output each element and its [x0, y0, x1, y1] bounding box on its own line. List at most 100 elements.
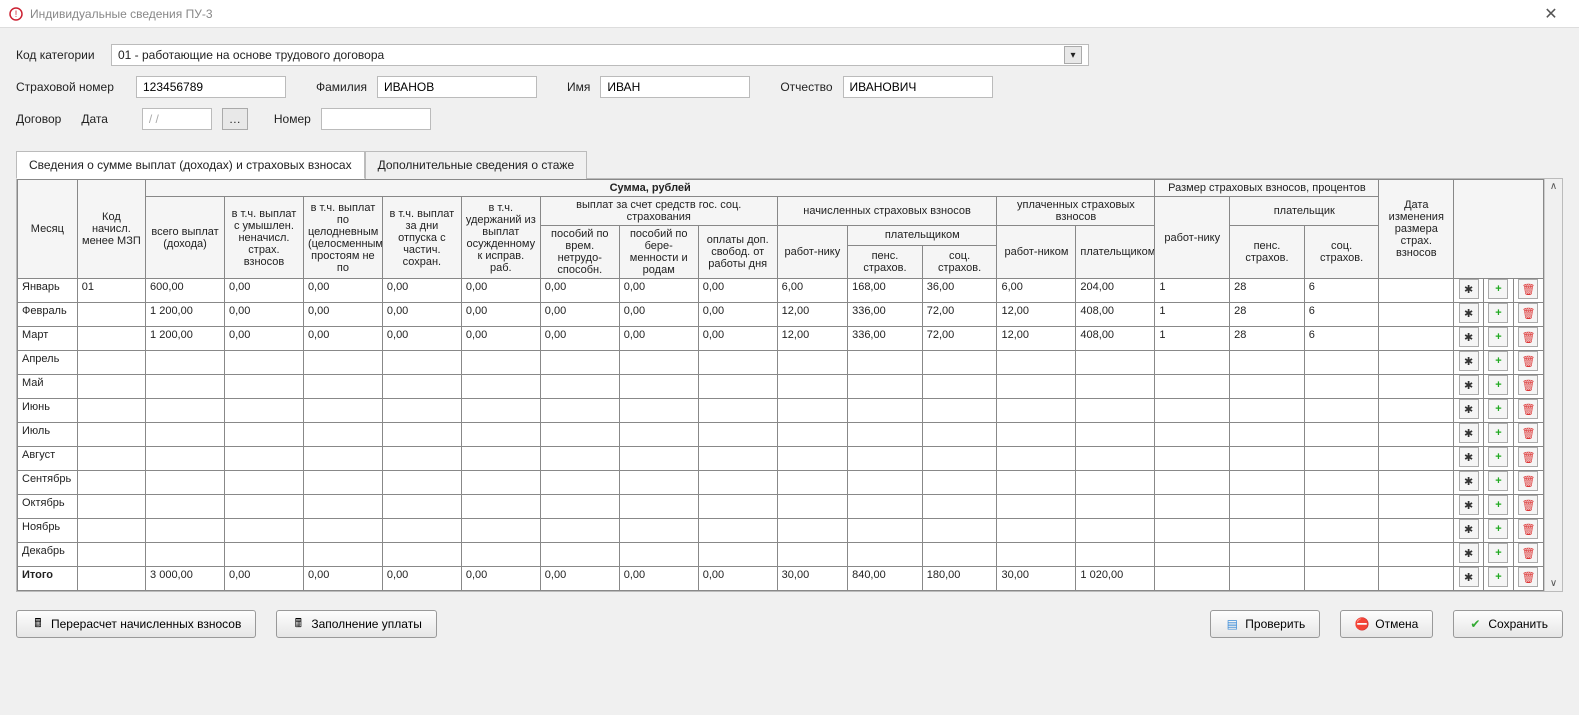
check-button[interactable]: ▤ Проверить [1210, 610, 1320, 638]
cell-paid_payer[interactable] [1076, 519, 1155, 543]
gear-icon[interactable]: ✱ [1459, 495, 1479, 515]
table-row[interactable]: Октябрь✱+🗑 [18, 495, 1544, 519]
cell-total[interactable] [146, 495, 225, 519]
tab-payments[interactable]: Сведения о сумме выплат (доходах) и стра… [16, 151, 365, 179]
cell-rate_pens[interactable] [1230, 567, 1305, 591]
fill-button[interactable]: 🖩 Заполнение уплаты [276, 610, 437, 638]
cell-sick[interactable]: 0,00 [540, 567, 619, 591]
cell-sick[interactable] [540, 375, 619, 399]
trash-icon[interactable]: 🗑 [1518, 279, 1538, 299]
cell-unacc[interactable]: 0,00 [224, 303, 303, 327]
cell-date_ch[interactable] [1379, 423, 1454, 447]
cell-maternity[interactable] [619, 495, 698, 519]
cell-deducted[interactable] [461, 399, 540, 423]
cell-rate_soc[interactable] [1304, 471, 1379, 495]
cell-paid_payer[interactable] [1076, 399, 1155, 423]
cell-unacc[interactable] [224, 495, 303, 519]
cell-acc_worker[interactable] [777, 351, 847, 375]
gear-icon[interactable]: ✱ [1459, 519, 1479, 539]
cell-rate_soc[interactable] [1304, 567, 1379, 591]
cell-maternity[interactable] [619, 447, 698, 471]
table-row[interactable]: Декабрь✱+🗑 [18, 543, 1544, 567]
cell-paid_payer[interactable] [1076, 375, 1155, 399]
cell-acc_soc[interactable] [922, 543, 997, 567]
cell-date_ch[interactable] [1379, 327, 1454, 351]
cell-month[interactable]: Октябрь [18, 495, 78, 519]
table-row[interactable]: Август✱+🗑 [18, 447, 1544, 471]
cell-downtime[interactable] [303, 399, 382, 423]
cell-paid_worker[interactable] [997, 495, 1076, 519]
cell-rate_soc[interactable] [1304, 495, 1379, 519]
cell-acc_soc[interactable]: 36,00 [922, 279, 997, 303]
cell-vacation[interactable]: 0,00 [382, 567, 461, 591]
cell-month[interactable]: Март [18, 327, 78, 351]
plus-icon[interactable]: + [1488, 351, 1508, 371]
cell-code[interactable] [77, 495, 145, 519]
cell-rate_worker[interactable] [1155, 375, 1230, 399]
cell-code[interactable] [77, 351, 145, 375]
cell-vacation[interactable]: 0,00 [382, 279, 461, 303]
cell-code[interactable]: 01 [77, 279, 145, 303]
cell-deducted[interactable] [461, 351, 540, 375]
cell-acc_soc[interactable] [922, 351, 997, 375]
cell-rate_pens[interactable] [1230, 495, 1305, 519]
save-button[interactable]: ✔ Сохранить [1453, 610, 1563, 638]
cell-sick[interactable] [540, 543, 619, 567]
cell-unacc[interactable] [224, 375, 303, 399]
cell-maternity[interactable]: 0,00 [619, 327, 698, 351]
plus-icon[interactable]: + [1488, 567, 1508, 587]
cell-sick[interactable] [540, 399, 619, 423]
cell-code[interactable] [77, 327, 145, 351]
cell-paid_worker[interactable] [997, 519, 1076, 543]
cell-unacc[interactable]: 0,00 [224, 327, 303, 351]
cell-acc_pens[interactable]: 336,00 [848, 303, 923, 327]
cell-rate_soc[interactable]: 6 [1304, 327, 1379, 351]
cell-paid_worker[interactable] [997, 399, 1076, 423]
plus-icon[interactable]: + [1488, 519, 1508, 539]
gear-icon[interactable]: ✱ [1459, 303, 1479, 323]
cell-rate_worker[interactable] [1155, 351, 1230, 375]
cell-extra[interactable] [698, 471, 777, 495]
cell-sick[interactable] [540, 519, 619, 543]
cell-deducted[interactable]: 0,00 [461, 303, 540, 327]
cell-downtime[interactable]: 0,00 [303, 279, 382, 303]
cell-downtime[interactable] [303, 471, 382, 495]
cell-total[interactable] [146, 375, 225, 399]
table-row[interactable]: Февраль1 200,000,000,000,000,000,000,000… [18, 303, 1544, 327]
cell-extra[interactable] [698, 447, 777, 471]
cell-sick[interactable] [540, 471, 619, 495]
cell-acc_worker[interactable] [777, 375, 847, 399]
table-row[interactable]: Сентябрь✱+🗑 [18, 471, 1544, 495]
cell-maternity[interactable]: 0,00 [619, 303, 698, 327]
cell-extra[interactable] [698, 375, 777, 399]
date-picker-button[interactable]: … [222, 108, 248, 130]
cell-acc_pens[interactable] [848, 447, 923, 471]
cell-rate_pens[interactable]: 28 [1230, 279, 1305, 303]
cell-rate_pens[interactable] [1230, 375, 1305, 399]
cell-deducted[interactable]: 0,00 [461, 567, 540, 591]
cell-paid_payer[interactable] [1076, 543, 1155, 567]
cell-paid_payer[interactable]: 408,00 [1076, 303, 1155, 327]
firstname-input[interactable] [600, 76, 750, 98]
cell-rate_worker[interactable] [1155, 567, 1230, 591]
cell-paid_payer[interactable] [1076, 471, 1155, 495]
cell-paid_payer[interactable]: 408,00 [1076, 327, 1155, 351]
plus-icon[interactable]: + [1488, 327, 1508, 347]
cell-downtime[interactable]: 0,00 [303, 327, 382, 351]
cell-rate_soc[interactable] [1304, 351, 1379, 375]
cell-date_ch[interactable] [1379, 519, 1454, 543]
cell-rate_soc[interactable] [1304, 519, 1379, 543]
cell-rate_worker[interactable] [1155, 399, 1230, 423]
cell-maternity[interactable] [619, 351, 698, 375]
cell-rate_worker[interactable] [1155, 423, 1230, 447]
cell-downtime[interactable]: 0,00 [303, 303, 382, 327]
cell-acc_pens[interactable] [848, 375, 923, 399]
cell-rate_worker[interactable]: 1 [1155, 327, 1230, 351]
cell-downtime[interactable] [303, 495, 382, 519]
trash-icon[interactable]: 🗑 [1518, 303, 1538, 323]
cell-sick[interactable] [540, 495, 619, 519]
cell-acc_soc[interactable] [922, 471, 997, 495]
cell-total[interactable]: 600,00 [146, 279, 225, 303]
cell-date_ch[interactable] [1379, 567, 1454, 591]
cell-maternity[interactable] [619, 423, 698, 447]
